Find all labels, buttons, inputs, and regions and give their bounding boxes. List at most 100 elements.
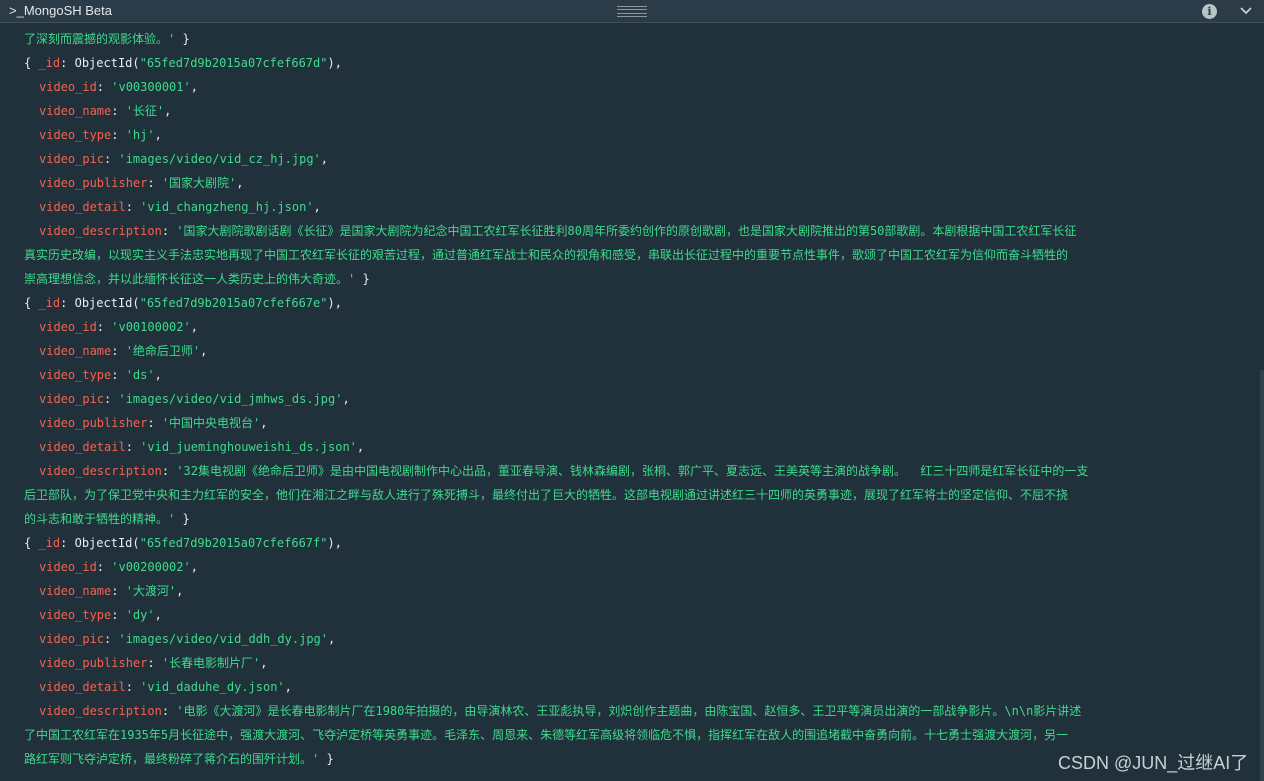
punctuation: ), [327, 56, 342, 70]
punctuation: : [104, 152, 119, 166]
field-line: video_name: '绝命后卫师', [39, 339, 207, 363]
punctuation: ), [327, 536, 342, 550]
field-key: video_publisher [39, 176, 148, 190]
field-value: 'v00100002' [111, 320, 191, 334]
punctuation: , [200, 344, 208, 358]
field-key: video_type [39, 368, 112, 382]
output-line: 了深刻而震撼的观影体验。' } [24, 27, 190, 51]
field-line: video_id: 'v00100002', [39, 315, 198, 339]
field-key: video_detail [39, 200, 126, 214]
field-key: video_type [39, 128, 112, 142]
field-value: '绝命后卫师' [125, 344, 201, 358]
field-value: 'vid_changzheng_hj.json' [140, 200, 314, 214]
field-value: 'dy' [125, 608, 155, 622]
field-line: video_id: 'v00300001', [39, 75, 198, 99]
field-key: video_description [39, 704, 162, 718]
field-value: 'v00200002' [111, 560, 191, 574]
description-text: '32集电视剧《绝命后卫师》是由中国电视剧制作中心出品，董亚春导演、钱林森编剧，… [176, 464, 1089, 478]
field-key: video_id [39, 80, 97, 94]
punctuation: , [236, 176, 244, 190]
field-line: video_type: 'dy', [39, 603, 162, 627]
scrollbar[interactable] [1260, 370, 1264, 781]
function-name: ObjectId( [74, 56, 140, 70]
object-id-value: 65fed7d9b2015a07cfef667e [146, 296, 321, 310]
description-line: video_description: '32集电视剧《绝命后卫师》是由中国电视剧… [39, 459, 1088, 483]
punctuation: , [342, 392, 350, 406]
punctuation: , [164, 104, 172, 118]
field-line: video_detail: 'vid_changzheng_hj.json', [39, 195, 321, 219]
field-line: video_pic: 'images/video/vid_cz_hj.jpg', [39, 147, 328, 171]
description-line: 后卫部队，为了保卫党中央和主力红军的安全，他们在湘江之畔与敌人进行了殊死搏斗，最… [24, 483, 1068, 507]
punctuation: : [147, 656, 162, 670]
punctuation: " [139, 56, 147, 70]
punctuation: } [175, 32, 190, 46]
field-key: _id [38, 56, 61, 70]
punctuation: : [161, 704, 177, 718]
punctuation: , [154, 128, 162, 142]
punctuation: : [147, 176, 162, 190]
punctuation: , [313, 200, 321, 214]
field-value: 'vid_daduhe_dy.json' [140, 680, 285, 694]
punctuation: " [139, 296, 147, 310]
punctuation: , [190, 80, 198, 94]
field-key: _id [38, 296, 61, 310]
description-text: 后卫部队，为了保卫党中央和主力红军的安全，他们在湘江之畔与敌人进行了殊死搏斗，最… [24, 488, 1069, 502]
shell-output: 了深刻而震撼的观影体验。' } { _id: ObjectId("65fed7d… [0, 23, 1264, 781]
field-value: 'v00300001' [111, 80, 191, 94]
punctuation: ), [327, 296, 342, 310]
description-text: 了中国工农红军在1935年5月长征途中，强渡大渡河、飞夺泸定桥等英勇事迹。毛泽东… [24, 728, 1069, 742]
description-line: 崇高理想信念，并以此缅怀长征这一人类历史上的伟大奇迹。' } [24, 267, 370, 291]
object-id-value: 65fed7d9b2015a07cfef667d [146, 56, 321, 70]
chevron-down-icon[interactable] [1238, 3, 1254, 19]
field-value: '国家大剧院' [161, 176, 237, 190]
field-line: video_detail: 'vid_jueminghouweishi_ds.j… [39, 435, 364, 459]
punctuation: , [260, 656, 268, 670]
field-key: _id [38, 536, 61, 550]
field-line: video_name: '大渡河', [39, 579, 183, 603]
field-line: video_name: '长征', [39, 99, 171, 123]
field-value: 'images/video/vid_jmhws_ds.jpg' [118, 392, 343, 406]
description-line: 了中国工农红军在1935年5月长征途中，强渡大渡河、飞夺泸定桥等英勇事迹。毛泽东… [24, 723, 1068, 747]
punctuation: : [147, 416, 162, 430]
punctuation: : [96, 560, 112, 574]
field-key: video_id [39, 320, 97, 334]
punctuation: } [319, 752, 334, 766]
field-key: video_publisher [39, 656, 148, 670]
field-line: video_publisher: '长春电影制片厂', [39, 651, 268, 675]
punctuation: : [111, 584, 126, 598]
field-key: video_detail [39, 680, 126, 694]
punctuation: { [24, 296, 39, 310]
punctuation: : [104, 632, 119, 646]
field-key: video_pic [39, 632, 105, 646]
description-text: '电影《大渡河》是长春电影制片厂在1980年拍摄的，由导演林农、王亚彪执导，刘炽… [176, 704, 1082, 718]
field-key: video_pic [39, 152, 105, 166]
punctuation: : [125, 680, 141, 694]
field-key: video_id [39, 560, 97, 574]
field-key: video_name [39, 344, 112, 358]
title-bar: >_MongoSH Beta i [0, 0, 1264, 23]
punctuation: : [111, 344, 126, 358]
punctuation: , [320, 152, 329, 166]
punctuation: , [154, 608, 162, 622]
punctuation: : [111, 104, 126, 118]
field-value: 'vid_jueminghouweishi_ds.json' [140, 440, 357, 454]
description-line: 的斗志和敢于牺牲的精神。' } [24, 507, 190, 531]
field-line: video_type: 'ds', [39, 363, 162, 387]
punctuation: : [96, 320, 112, 334]
info-icon[interactable]: i [1202, 4, 1217, 19]
field-line: video_id: 'v00200002', [39, 555, 198, 579]
description-line: 真实历史改编，以现实主义手法忠实地再现了中国工农红军长征的艰苦过程，通过普通红军… [24, 243, 1068, 267]
document-header: { _id: ObjectId("65fed7d9b2015a07cfef667… [24, 51, 342, 75]
punctuation: , [356, 440, 365, 454]
field-key: video_name [39, 584, 112, 598]
punctuation: : [111, 368, 126, 382]
drag-handle-icon[interactable] [617, 6, 647, 17]
punctuation: , [284, 680, 292, 694]
field-value: '长征' [125, 104, 165, 118]
field-line: video_publisher: '国家大剧院', [39, 171, 244, 195]
field-key: video_type [39, 608, 112, 622]
punctuation: } [355, 272, 370, 286]
field-value: 'images/video/vid_ddh_dy.jpg' [118, 632, 328, 646]
description-text: 真实历史改编，以现实主义手法忠实地再现了中国工农红军长征的艰苦过程，通过普通红军… [24, 248, 1069, 262]
field-value: 'hj' [125, 128, 155, 142]
